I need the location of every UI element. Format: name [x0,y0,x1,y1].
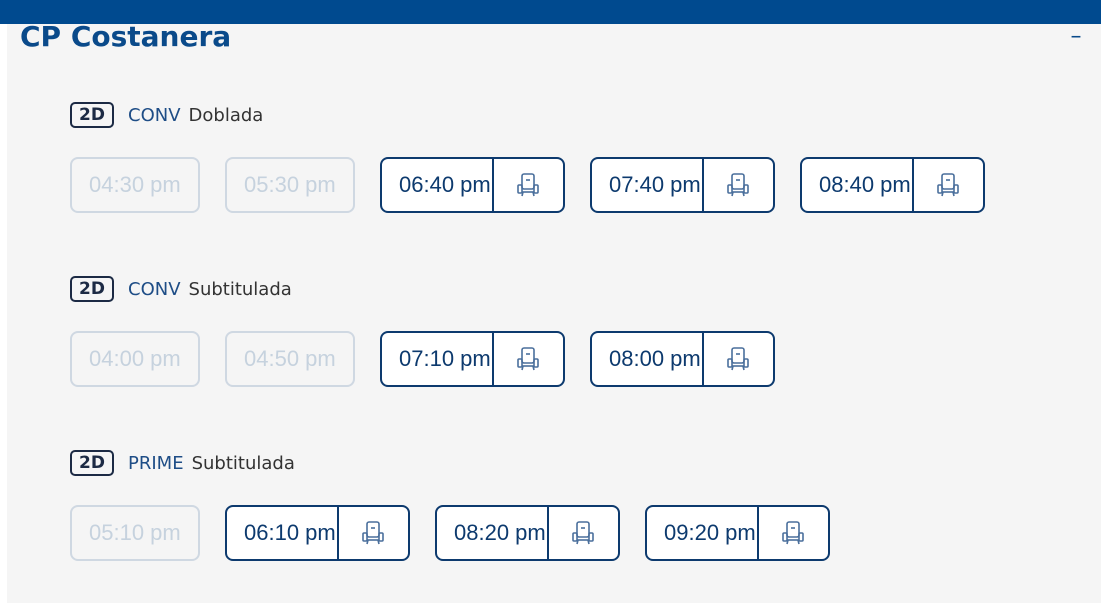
showtime-button[interactable]: 06:40 pm [380,157,565,213]
showtime-label: 05:10 pm [89,520,181,545]
cinema-title: CP Costanera [20,20,232,53]
language-label: Subtitulada [188,278,292,300]
seat-icon[interactable] [339,507,409,559]
showtime-button-disabled: 04:00 pm [70,331,200,387]
seat-icon[interactable] [704,333,774,385]
showtime-button-disabled: 05:30 pm [225,157,355,213]
language-label: Subtitulada [191,452,295,474]
showtime-label: 04:30 pm [89,172,181,197]
projection-type: CONV [128,278,181,300]
showtime-button-disabled: 04:50 pm [225,331,355,387]
language-label: Doblada [188,104,264,126]
format-badge: 2D [70,276,114,302]
showtime-button-disabled: 04:30 pm [70,157,200,213]
seat-icon[interactable] [494,333,564,385]
seat-icon[interactable] [704,159,774,211]
showtime-label: 07:40 pm [609,172,701,197]
collapse-button[interactable]: – [1065,26,1087,48]
showtime-button[interactable]: 08:20 pm [435,505,620,561]
showtime-label: 04:50 pm [244,346,336,371]
seat-icon[interactable] [549,507,619,559]
showtime-button[interactable]: 09:20 pm [645,505,830,561]
showtime-label: 06:10 pm [244,520,336,545]
showtime-label: 08:40 pm [819,172,911,197]
showtime-button[interactable]: 08:40 pm [800,157,985,213]
showtime-button[interactable]: 08:00 pm [590,331,775,387]
format-badge: 2D [70,450,114,476]
projection-type: PRIME [128,452,184,474]
showtime-label: 07:10 pm [399,346,491,371]
projection-type: CONV [128,104,181,126]
seat-icon[interactable] [759,507,829,559]
showtime-label: 09:20 pm [664,520,756,545]
seat-icon[interactable] [494,159,564,211]
format-row: 2D CONV Doblada [70,102,263,132]
showtime-label: 04:00 pm [89,346,181,371]
showtime-button[interactable]: 07:10 pm [380,331,565,387]
format-row: 2D CONV Subtitulada [70,276,292,306]
showtime-button[interactable]: 07:40 pm [590,157,775,213]
showtime-label: 08:00 pm [609,346,701,371]
showtime-button[interactable]: 06:10 pm [225,505,410,561]
showtime-label: 05:30 pm [244,172,336,197]
seat-icon[interactable] [914,159,984,211]
cinema-panel: CP Costanera – 2D CONV Doblada 04:30 pm 05:3… [7,20,1101,603]
showtime-label: 06:40 pm [399,172,491,197]
format-row: 2D PRIME Subtitulada [70,450,295,480]
showtime-button-disabled: 05:10 pm [70,505,200,561]
format-badge: 2D [70,102,114,128]
showtime-label: 08:20 pm [454,520,546,545]
